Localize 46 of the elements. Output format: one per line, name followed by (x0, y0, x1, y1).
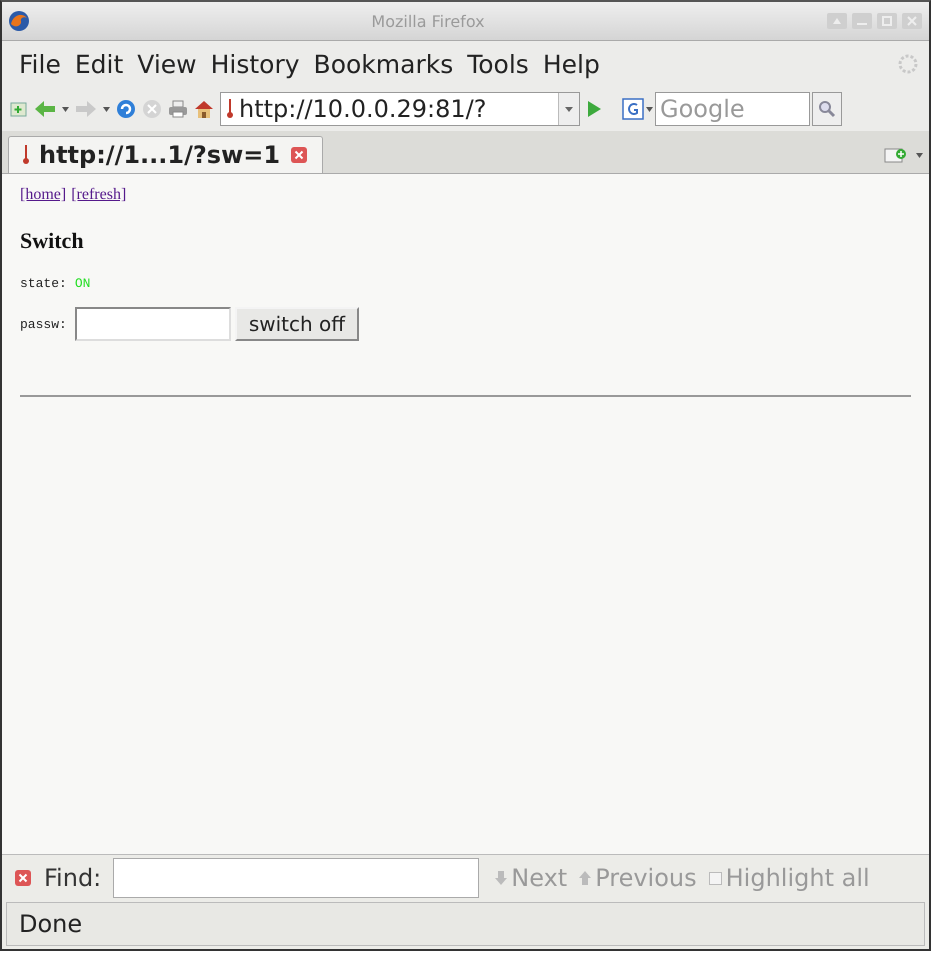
caret-icon[interactable] (103, 106, 110, 112)
state-value: ON (74, 276, 90, 291)
browser-tab[interactable]: http://1...1/?sw=1 (8, 136, 324, 173)
new-tab-icon[interactable] (10, 100, 28, 118)
nav-link[interactable]: [home] (20, 186, 66, 204)
caret-icon[interactable] (565, 106, 573, 112)
reload-icon[interactable] (116, 99, 136, 119)
switch-button[interactable]: switch off (234, 307, 360, 341)
caret-icon[interactable] (916, 152, 923, 158)
close-tab-icon[interactable] (290, 146, 308, 164)
thermometer-icon (227, 99, 233, 119)
window-title: Mozilla Firefox (370, 12, 486, 30)
menu-item[interactable]: View (130, 50, 204, 78)
printer-icon[interactable] (168, 100, 188, 118)
down-arrow-icon[interactable] (495, 871, 508, 885)
browser-logo-icon (8, 10, 30, 32)
address-bar[interactable]: http://10.0.0.29:81/? (220, 92, 580, 126)
menu-item[interactable]: File (12, 50, 68, 78)
state-label: state: (20, 276, 67, 291)
menu-item[interactable]: History (204, 50, 307, 78)
password-label: passw: (20, 316, 67, 332)
menu-item[interactable]: Tools (460, 50, 536, 78)
highlight-label: Highlight all (726, 864, 870, 892)
thermometer-icon (23, 145, 29, 165)
search-engine-icon[interactable] (622, 98, 644, 120)
search-field[interactable]: Google (655, 92, 810, 126)
menu-item[interactable]: Help (536, 50, 607, 78)
find-field[interactable] (113, 858, 480, 898)
up-arrow-icon[interactable] (579, 871, 592, 885)
home-icon[interactable] (194, 99, 214, 119)
menu-item[interactable]: Bookmarks (306, 50, 460, 78)
go-arrow-icon[interactable] (586, 100, 602, 118)
menu-item[interactable]: Edit (68, 50, 130, 78)
password-field[interactable] (74, 307, 231, 341)
page-heading: Switch (20, 228, 85, 254)
back-arrow-icon[interactable] (34, 100, 56, 118)
caret-icon[interactable] (646, 106, 653, 112)
new-tab-icon[interactable] (884, 146, 908, 164)
search-icon[interactable] (818, 100, 836, 118)
nav-link[interactable]: [refresh] (71, 186, 126, 204)
status-text: Done (6, 902, 925, 946)
activity-spinner-icon (897, 53, 919, 75)
caret-icon[interactable] (62, 106, 69, 112)
find-label: Find: (44, 864, 102, 892)
highlight-checkbox[interactable] (708, 872, 722, 884)
close-find-bar-icon[interactable] (14, 869, 32, 887)
